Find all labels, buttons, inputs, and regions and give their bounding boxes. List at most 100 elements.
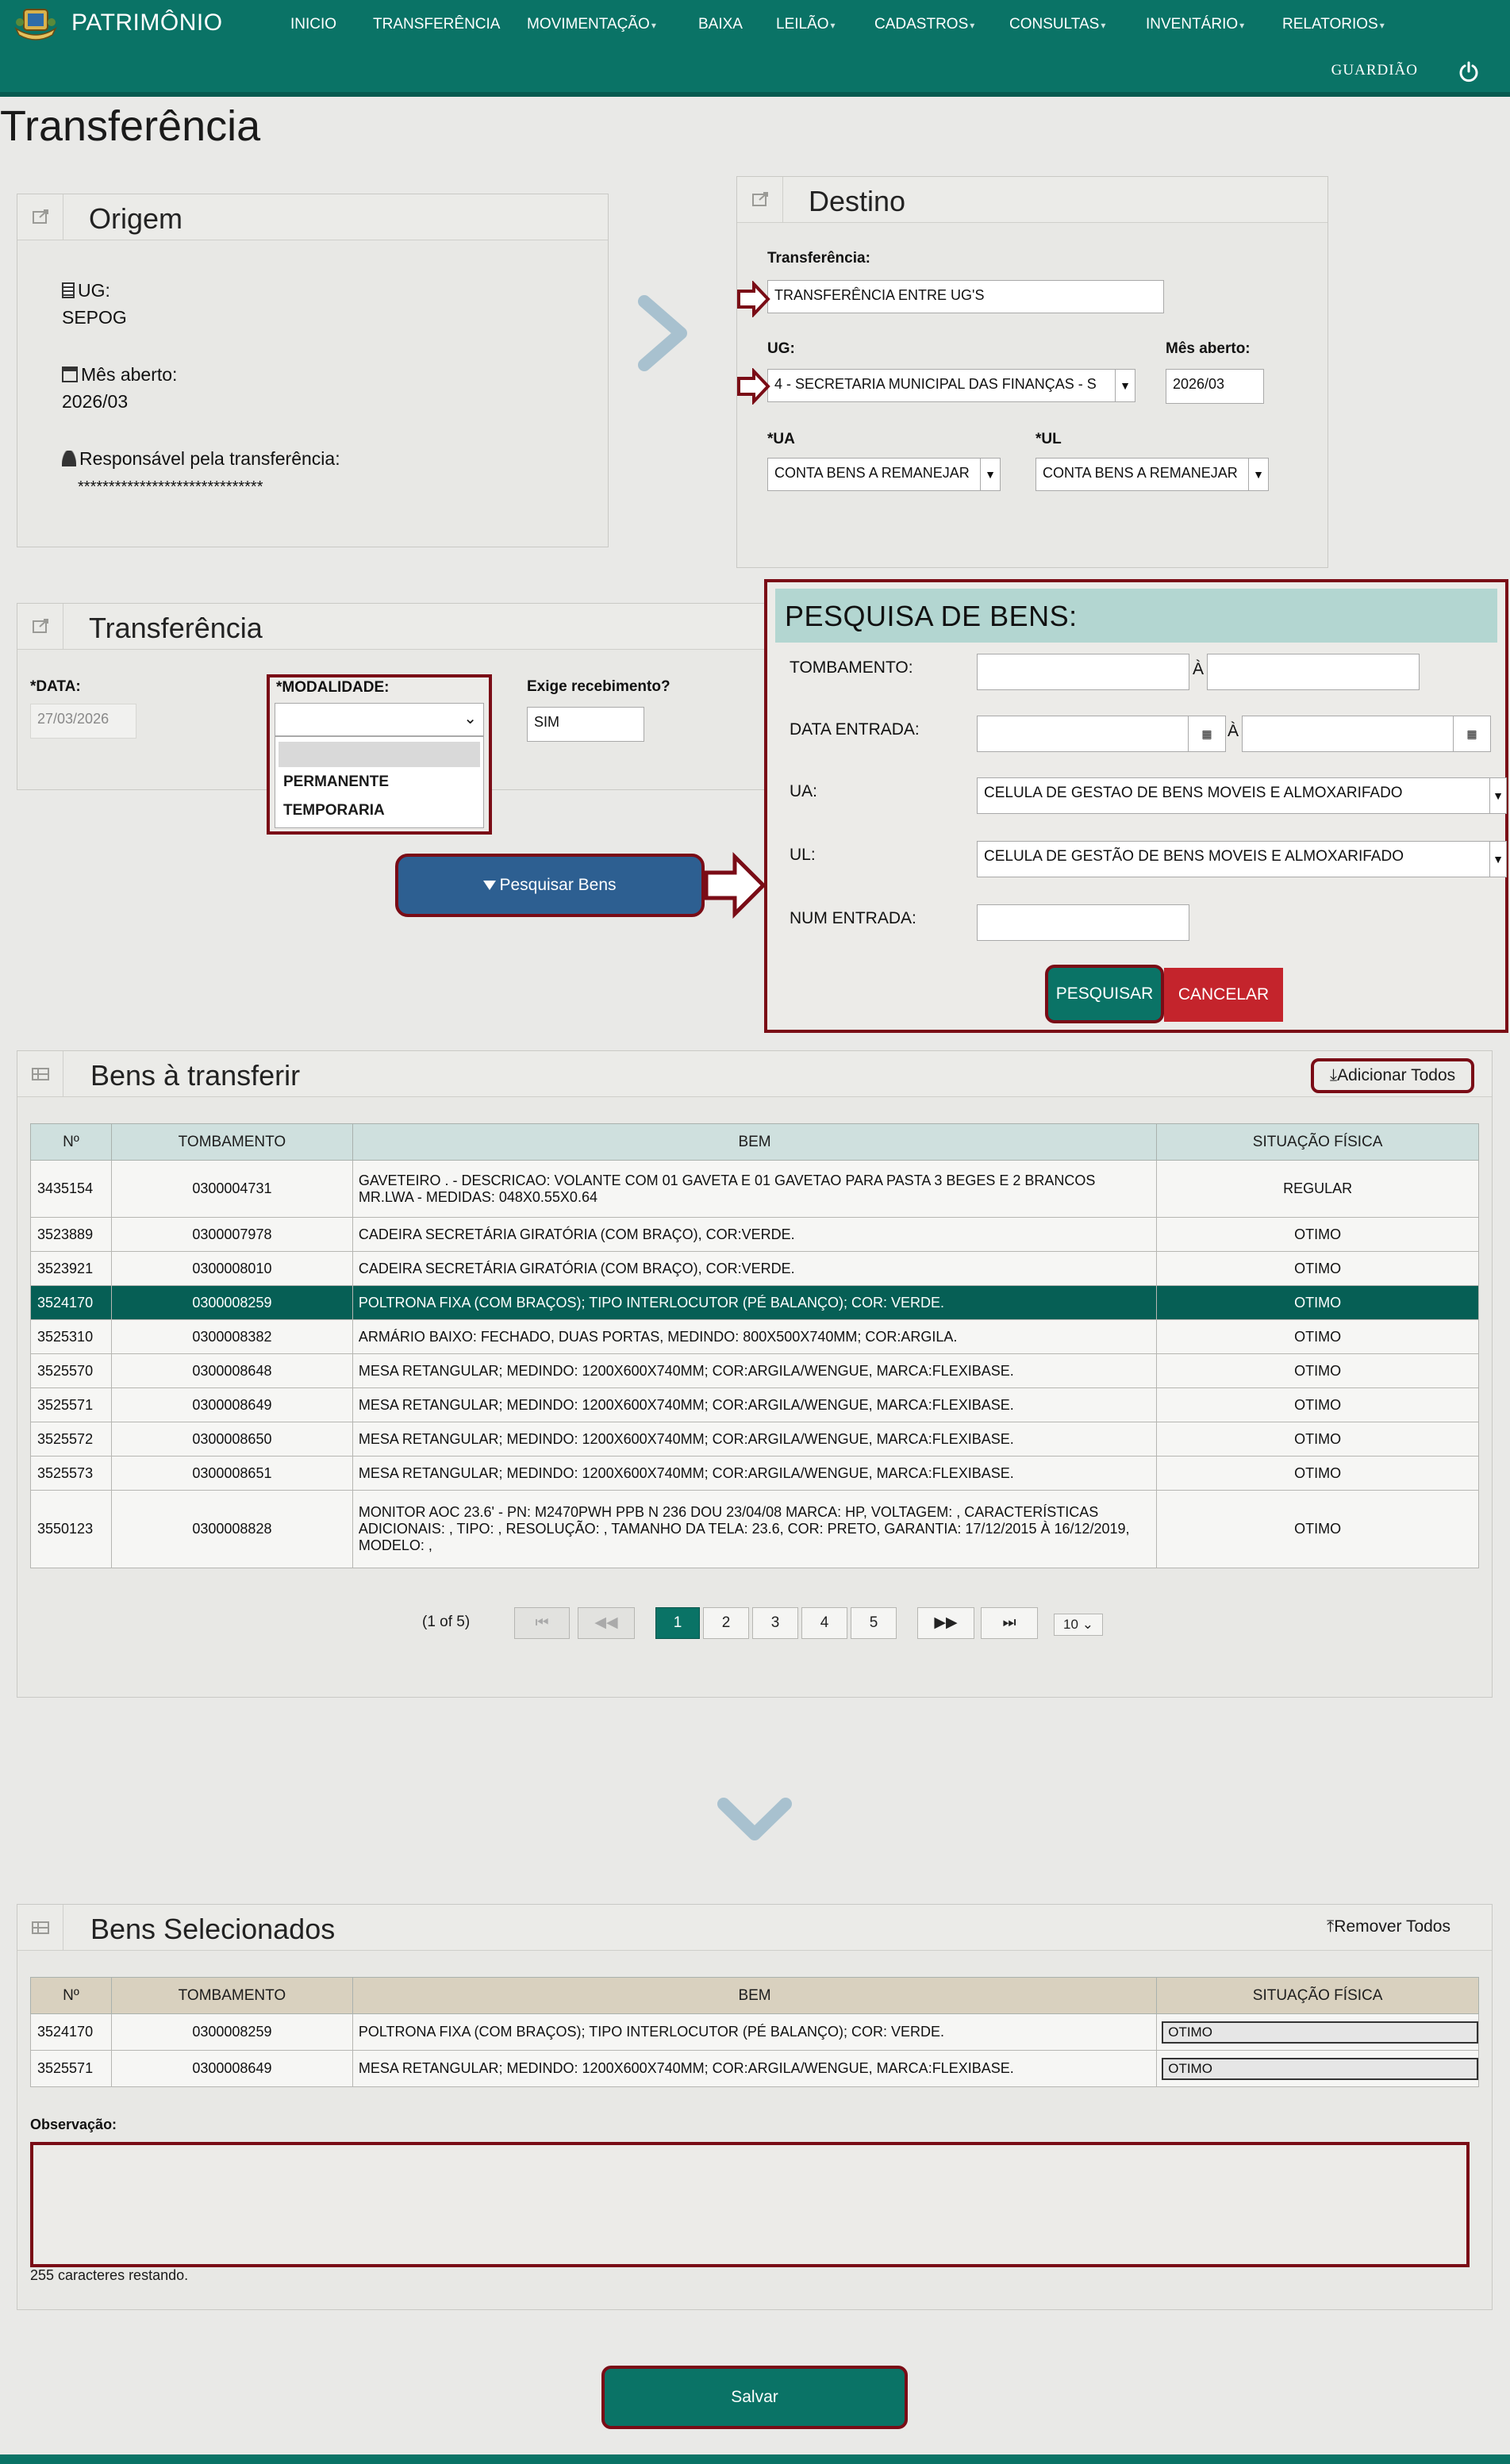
table-row[interactable]: 3525572 0300008650 MESA RETANGULAR; MEDIND… [30,1422,1479,1457]
destino-ua-select[interactable]: CONTA BENS A REMANEJAR [767,458,982,491]
data-entrada-to-input[interactable] [1242,716,1454,752]
calendar-icon[interactable]: ▦ [1188,716,1226,752]
user-menu[interactable]: GUARDIÃO [1331,62,1418,79]
chevron-down-icon[interactable]: ▼ [1489,777,1507,814]
pager-next-button[interactable]: ▶▶ [917,1607,974,1639]
cell-situacao: REGULAR [1156,1160,1479,1218]
modalidade-option-empty[interactable] [279,742,480,767]
table-row[interactable]: 3550123 0300008828 MONITOR AOC 23.6' - PN:… [30,1490,1479,1568]
nav-inicio[interactable]: INICIO [290,16,336,33]
table-row[interactable]: 3525571 0300008649 MESA RETANGULAR; MEDIND… [30,2050,1479,2087]
col-header-numero[interactable]: Nº [30,1977,112,2014]
table-row[interactable]: 3525571 0300008649 MESA RETANGULAR; MEDIND… [30,1387,1479,1422]
situacao-select[interactable]: OTIMO [1162,2057,1478,2080]
destino-mes-label: Mês aberto: [1166,340,1251,357]
destino-transferencia-field[interactable]: TRANSFERÊNCIA ENTRE UG'S [767,280,1164,313]
col-header-numero[interactable]: Nº [30,1123,112,1161]
destino-panel: Destino Transferência: TRANSFERÊNCIA ENT… [736,176,1328,568]
download-icon: ⤓ [1329,1066,1338,1084]
table-row[interactable]: 3525573 0300008651 MESA RETANGULAR; MEDIND… [30,1456,1479,1491]
destino-mes-field[interactable]: 2026/03 [1166,369,1264,404]
rows-per-page-select[interactable]: 10 ⌄ [1054,1614,1103,1636]
col-header-situacao[interactable]: SITUAÇÃO FÍSICA [1156,1977,1479,2014]
cell-situacao: OTIMO [1156,1217,1479,1252]
chevron-down-icon: ▾ [970,20,975,31]
nav-transferencia[interactable]: TRANSFERÊNCIA [373,16,500,33]
nav-movimentacao[interactable]: MOVIMENTAÇÃO ▾ [527,16,656,33]
calendar-icon[interactable]: ▦ [1453,716,1491,752]
pager-first-button[interactable]: ⏮ [514,1607,570,1639]
col-header-situacao[interactable]: SITUAÇÃO FÍSICA [1156,1123,1479,1161]
col-header-bem[interactable]: BEM [352,1977,1158,2014]
cancelar-button[interactable]: CANCELAR [1164,968,1283,1022]
col-header-tombamento[interactable]: TOMBAMENTO [110,1123,353,1161]
user-icon [62,451,76,466]
pager-page-3[interactable]: 3 [752,1607,798,1639]
tombamento-from-input[interactable] [977,654,1189,690]
destino-ul-select[interactable]: CONTA BENS A REMANEJAR [1035,458,1250,491]
tombamento-to-input[interactable] [1207,654,1420,690]
cell-tombamento: 0300008649 [110,1387,353,1422]
salvar-button[interactable]: Salvar [601,2366,908,2429]
remover-todos-label: Remover Todos [1334,1917,1450,1936]
nav-relatorios[interactable]: RELATORIOS ▾ [1282,16,1385,33]
recebimento-field[interactable]: SIM [527,707,644,742]
pager-last-button[interactable]: ⏭ [981,1607,1038,1639]
destino-ug-select[interactable]: 4 - SECRETARIA MUNICIPAL DAS FINANÇAS - … [767,369,1116,402]
search-ul-label: UL: [790,846,816,864]
situacao-select[interactable]: OTIMO [1162,2021,1478,2044]
cell-situacao: OTIMO [1156,1251,1479,1286]
mes-label: Mês aberto: [81,364,178,385]
table-row[interactable]: 3524170 0300008259 POLTRONA FIXA (COM BRAÇ… [30,1285,1479,1320]
modalidade-option-temporaria[interactable]: TEMPORARIA [283,802,385,819]
pager-page-5[interactable]: 5 [851,1607,897,1639]
chevron-down-icon[interactable]: ▼ [980,458,1001,491]
remover-todos-button[interactable]: ⤒Remover Todos [1327,1917,1450,1936]
cell-bem: MESA RETANGULAR; MEDINDO: 1200X600X740MM… [352,1353,1158,1388]
origem-title: Origem [89,202,183,235]
pesquisar-button[interactable]: PESQUISAR [1045,965,1164,1023]
cell-tombamento: 0300004731 [110,1160,353,1218]
nav-baixa[interactable]: BAIXA [698,16,743,33]
nav-cadastros[interactable]: CADASTROS ▾ [874,16,974,33]
cell-bem: MESA RETANGULAR; MEDINDO: 1200X600X740MM… [352,1456,1158,1491]
num-entrada-input[interactable] [977,904,1189,941]
observacao-textarea[interactable] [30,2142,1470,2267]
ug-label: UG: [78,280,110,301]
table-row[interactable]: 3435154 0300004731 GAVETEIRO . - DESCRICAO… [30,1160,1479,1218]
col-header-bem[interactable]: BEM [352,1123,1158,1161]
cell-bem: POLTRONA FIXA (COM BRAÇOS); TIPO INTERLO… [352,1285,1158,1320]
chevron-down-icon[interactable]: ▼ [1248,458,1269,491]
nav-inventario[interactable]: INVENTÁRIO ▾ [1146,16,1244,33]
cell-situacao: OTIMO [1156,1456,1479,1491]
chevron-down-icon[interactable]: ▼ [1115,369,1135,402]
cell-situacao: OTIMO [1156,1490,1479,1568]
nav-leilao[interactable]: LEILÃO ▾ [776,16,836,33]
pager-page-1[interactable]: 1 [655,1607,700,1639]
data-entrada-from-input[interactable] [977,716,1189,752]
modalidade-option-permanente[interactable]: PERMANENTE [283,773,389,791]
data-entrada-a-label: À [1228,722,1239,740]
pesquisar-bens-button[interactable]: Pesquisar Bens [395,854,705,917]
cell-numero: 3524170 [30,2013,112,2051]
chevron-down-icon[interactable]: ▼ [1489,841,1507,877]
table-row[interactable]: 3525570 0300008648 MESA RETANGULAR; MEDIND… [30,1353,1479,1388]
pager-page-2[interactable]: 2 [703,1607,749,1639]
adicionar-todos-button[interactable]: ⤓Adicionar Todos [1311,1058,1474,1093]
table-row[interactable]: 3525310 0300008382 ARMÁRIO BAIXO: FECHADO,… [30,1319,1479,1354]
nav-consultas[interactable]: CONSULTAS ▾ [1009,16,1105,33]
col-header-tombamento[interactable]: TOMBAMENTO [110,1977,353,2014]
modalidade-select[interactable]: ⌄ [275,703,484,736]
table-row[interactable]: 3523921 0300008010 CADEIRA SECRETÁRIA GIRA… [30,1251,1479,1286]
brand-title[interactable]: PATRIMÔNIO [71,10,223,36]
search-ua-select[interactable]: CELULA DE GESTAO DE BENS MOVEIS E ALMOXA… [977,777,1491,814]
power-icon[interactable] [1458,60,1480,83]
pager-prev-button[interactable]: ◀◀ [578,1607,635,1639]
table-row[interactable]: 3523889 0300007978 CADEIRA SECRETÁRIA GIRA… [30,1217,1479,1252]
tombamento-label: TOMBAMENTO: [790,658,913,677]
data-field[interactable]: 27/03/2026 [30,704,136,739]
table-row[interactable]: 3524170 0300008259 POLTRONA FIXA (COM BRAÇ… [30,2013,1479,2051]
pager-page-4[interactable]: 4 [801,1607,847,1639]
ug-label-row: UG: [62,280,110,301]
search-ul-select[interactable]: CELULA DE GESTÃO DE BENS MOVEIS E ALMOXA… [977,841,1491,877]
